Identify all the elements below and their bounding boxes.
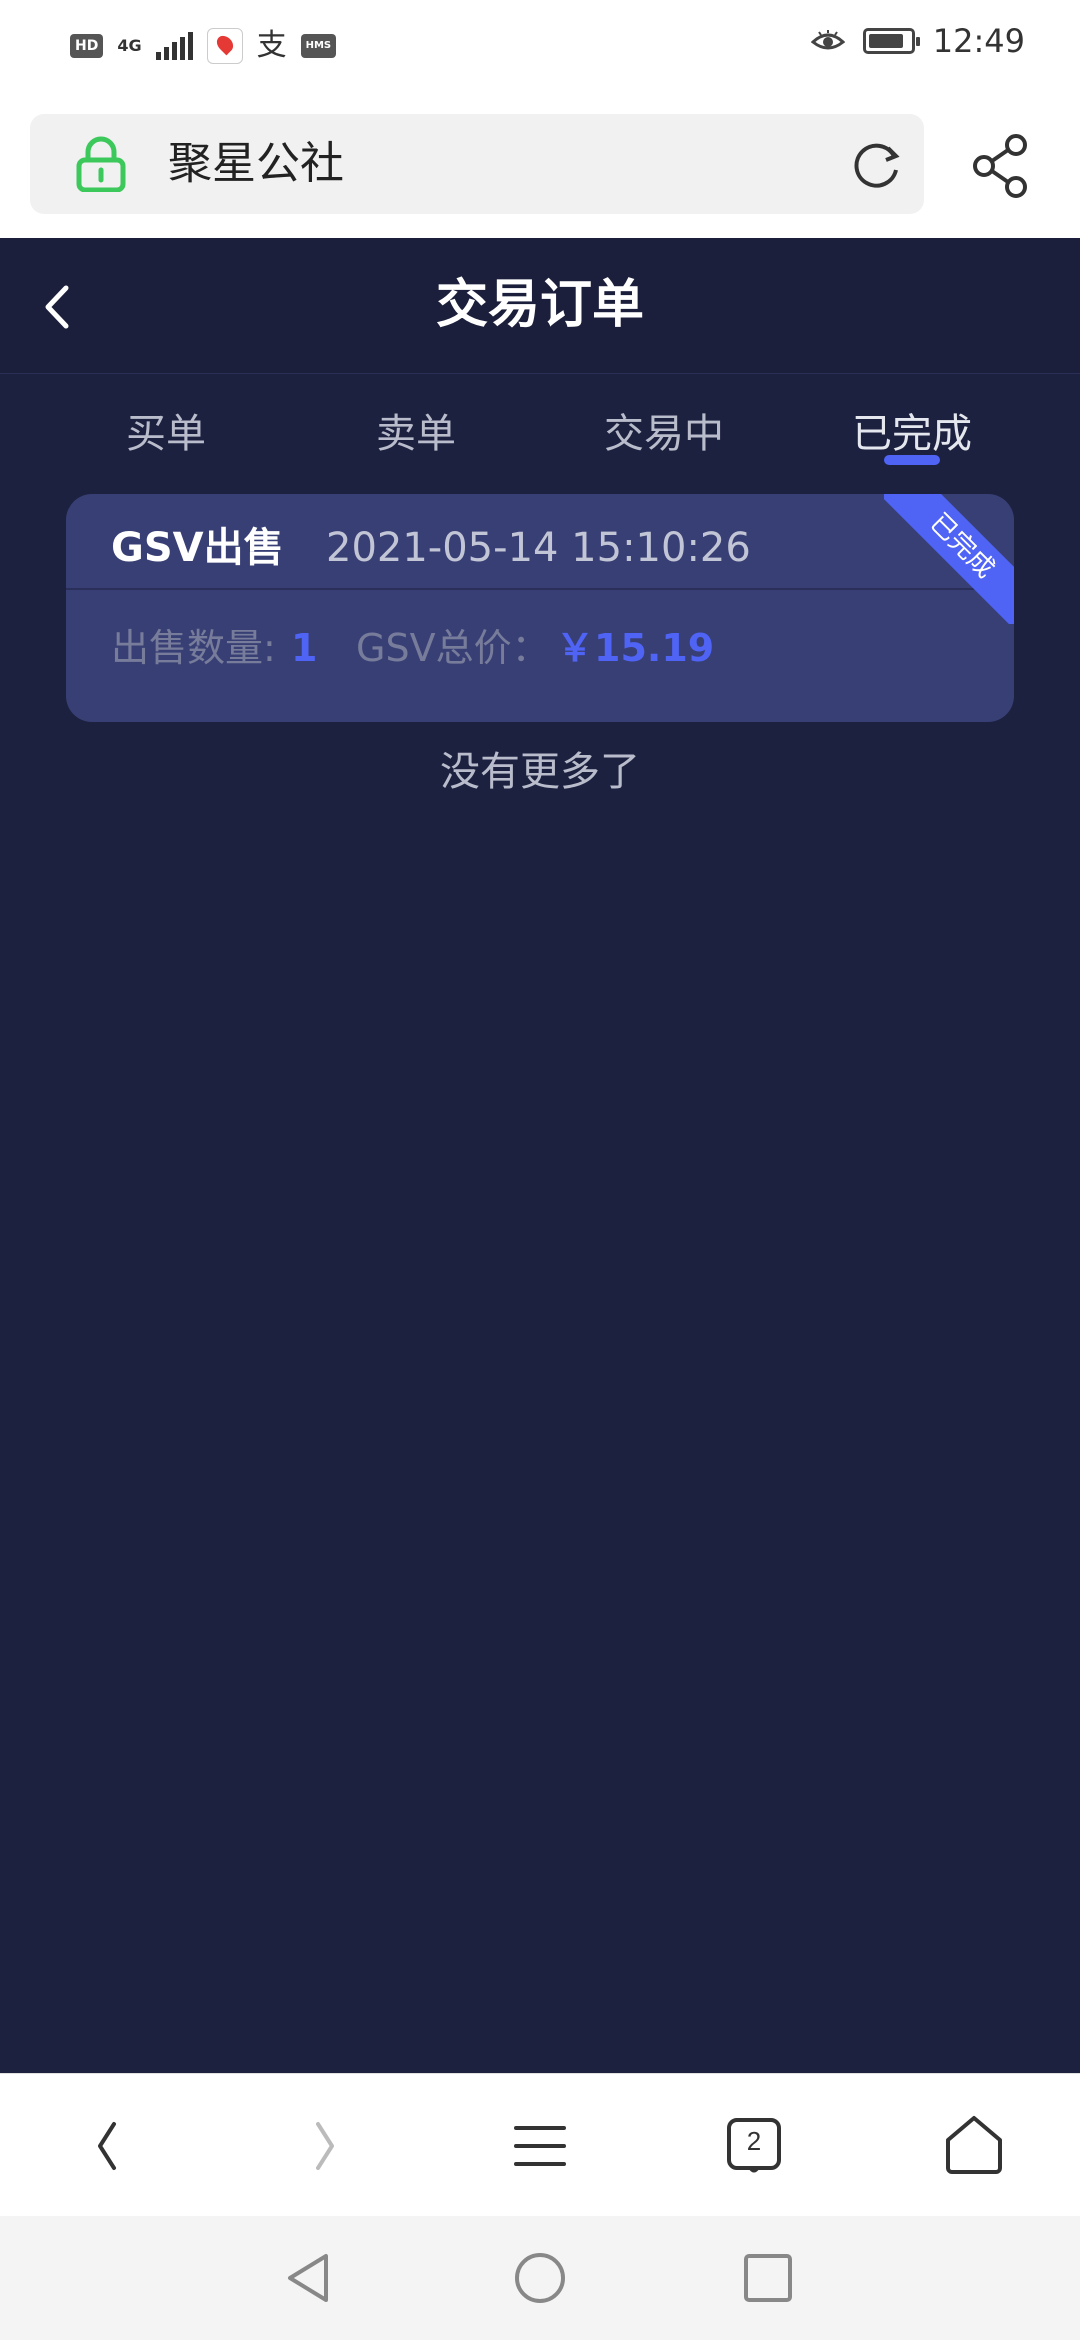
quantity-value: 1 <box>291 626 318 670</box>
tab-sell-orders[interactable]: 卖单 <box>376 401 456 459</box>
battery-icon <box>862 28 920 54</box>
system-home-icon[interactable] <box>510 2248 570 2308</box>
order-card[interactable]: GSV出售 2021-05-14 15:10:26 出售数量: 1 GSV总价：… <box>66 494 1014 722</box>
tab-completed[interactable]: 已完成 <box>852 401 972 459</box>
tab-buy-orders[interactable]: 买单 <box>126 401 206 459</box>
tabs-button[interactable]: 2 <box>724 2116 784 2176</box>
browser-back-icon[interactable] <box>78 2116 138 2176</box>
hd-icon: HD <box>70 34 104 58</box>
total-price-label: GSV总价： <box>356 626 550 670</box>
hms-icon: HMS <box>300 34 337 58</box>
menu-icon[interactable] <box>510 2116 570 2176</box>
status-icons-left: HD 4G 支 HMS <box>70 28 337 64</box>
total-price-value: ￥15.19 <box>556 626 715 670</box>
status-bar: HD 4G 支 HMS 12:49 <box>0 0 1080 95</box>
order-time: 2021-05-14 15:10:26 <box>326 525 751 571</box>
lock-icon <box>76 136 126 192</box>
tab-count: 2 <box>746 2126 762 2156</box>
alipay-icon: 支 <box>256 28 287 63</box>
home-icon[interactable] <box>942 2112 1006 2176</box>
tab-in-progress[interactable]: 交易中 <box>604 401 724 459</box>
reload-icon[interactable] <box>848 136 904 192</box>
share-icon[interactable] <box>970 133 1032 199</box>
page-title: 交易订单 <box>435 275 644 335</box>
network-type-label: 4G <box>117 36 142 55</box>
eye-comfort-icon <box>810 30 845 50</box>
system-nav-bar <box>0 2216 1080 2340</box>
order-tabs: 买单 卖单 交易中 已完成 <box>0 373 1080 483</box>
order-title: GSV出售 <box>111 525 284 571</box>
card-divider <box>66 588 1014 590</box>
system-back-icon[interactable] <box>280 2248 340 2308</box>
page-url-title: 聚星公社 <box>168 138 344 189</box>
battery-level-fill <box>868 34 903 48</box>
browser-forward-icon[interactable] <box>294 2116 354 2176</box>
clock-time: 12:49 <box>932 22 1025 60</box>
quantity-label: 出售数量: <box>111 626 276 670</box>
map-app-icon <box>206 28 243 64</box>
active-tab-indicator <box>884 455 940 465</box>
status-ribbon-label: 已完成 <box>884 494 1014 624</box>
signal-icon <box>155 32 193 60</box>
status-icons-right: 12:49 <box>810 22 1025 60</box>
page-header: 交易订单 <box>0 238 1080 374</box>
url-field[interactable]: 聚星公社 <box>30 114 924 214</box>
browser-toolbar: 2 <box>0 2073 1080 2217</box>
browser-address-bar: 聚星公社 <box>0 95 1080 238</box>
system-recents-icon[interactable] <box>738 2248 798 2308</box>
status-ribbon: 已完成 <box>884 494 1014 624</box>
list-end-text: 没有更多了 <box>440 749 640 795</box>
